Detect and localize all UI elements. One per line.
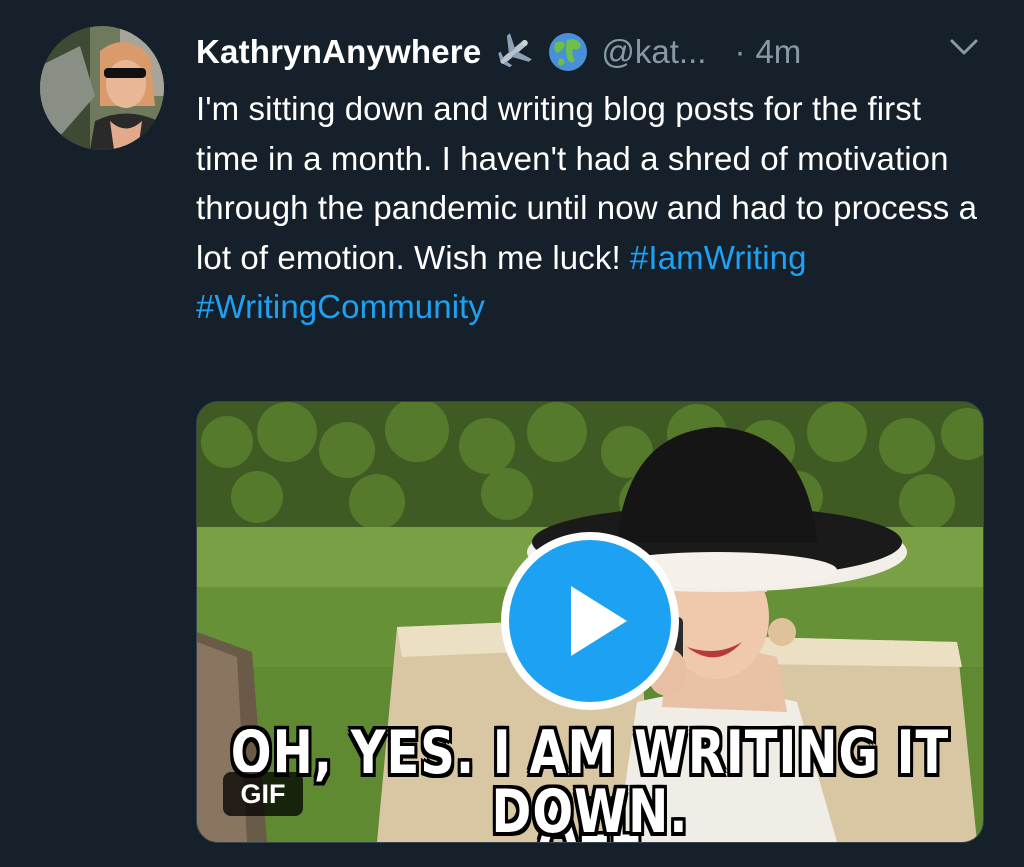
display-name[interactable]: KathrynAnywhere	[196, 33, 481, 71]
hashtag-writingcommunity[interactable]: #WritingCommunity	[196, 288, 485, 325]
tweet[interactable]: KathrynAnywhere @kat... · 4m I'm sitting…	[0, 0, 1024, 867]
gif-badge: GIF	[223, 772, 303, 816]
chevron-down-icon[interactable]	[946, 32, 982, 62]
tweet-header: KathrynAnywhere @kat... · 4m	[196, 28, 996, 76]
globe-emoji-icon	[547, 31, 589, 73]
gif-caption-line2: DOWN.	[491, 777, 689, 843]
airplane-emoji-icon	[493, 31, 535, 73]
separator-dot: ·	[734, 33, 746, 70]
hashtag-iamwriting[interactable]: #IamWriting	[630, 239, 807, 276]
tweet-text: I'm sitting down and writing blog posts …	[196, 84, 986, 332]
handle[interactable]: @kat...	[601, 33, 706, 71]
timestamp[interactable]: 4m	[755, 33, 801, 71]
avatar-image	[40, 26, 164, 150]
gif-media[interactable]: OH, YES. I AM WRITING IT ALL DOWN. GIF	[196, 401, 984, 843]
avatar[interactable]	[40, 26, 164, 150]
play-button[interactable]	[501, 532, 679, 710]
play-icon	[509, 540, 671, 702]
tweet-text-body: I'm sitting down and writing blog posts …	[196, 90, 978, 276]
